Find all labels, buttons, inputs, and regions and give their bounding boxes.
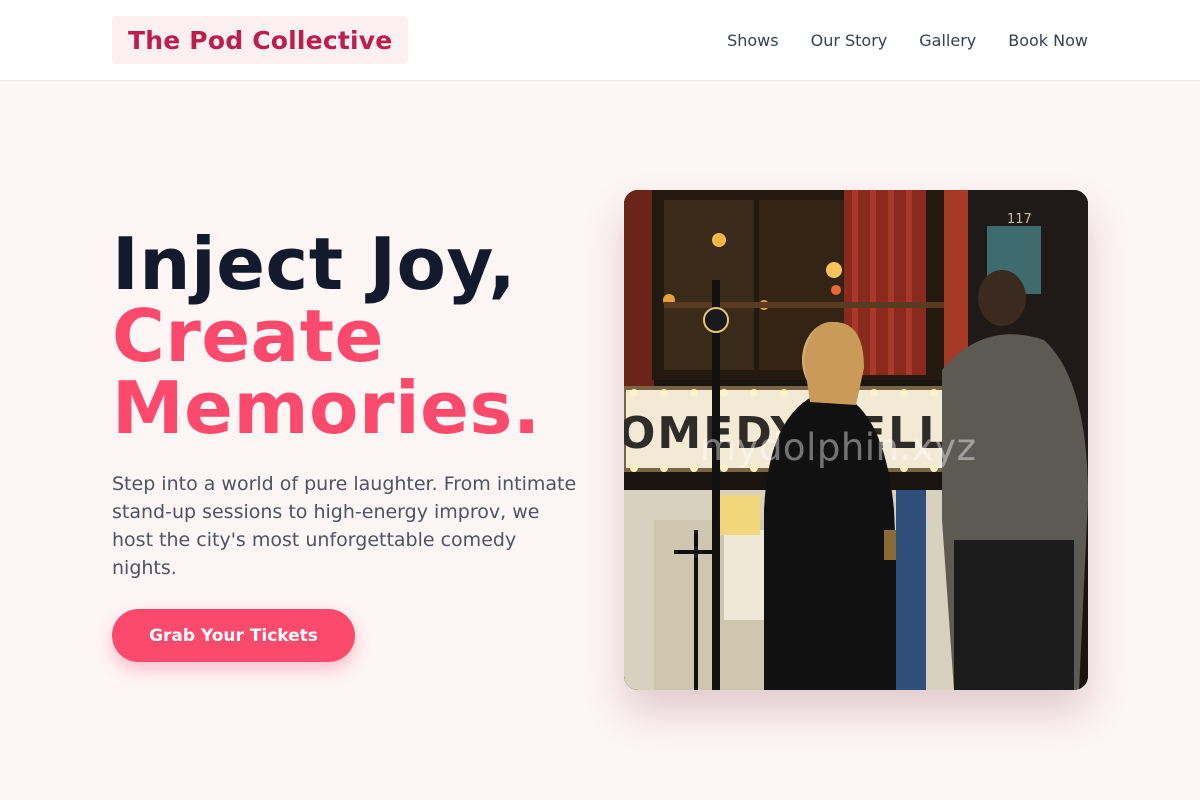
headline-line-3: Memories. <box>112 366 541 450</box>
hero-headline: Inject Joy, Create Memories. <box>112 228 541 444</box>
site-logo[interactable]: The Pod Collective <box>112 16 409 64</box>
nav-link-book-now[interactable]: Book Now <box>1008 31 1088 50</box>
image-watermark: mydolphin.xyz <box>700 426 977 469</box>
door-number: 117 <box>1007 212 1032 227</box>
nav-link-our-story[interactable]: Our Story <box>811 31 888 50</box>
hero-photo: 117 OMEDY CELLAR <box>624 190 1088 690</box>
nav-link-shows[interactable]: Shows <box>727 31 779 50</box>
headline-line-2: Create <box>112 294 385 378</box>
site-header: The Pod Collective Shows Our Story Galle… <box>0 0 1200 81</box>
nav-link-gallery[interactable]: Gallery <box>919 31 976 50</box>
grab-tickets-button[interactable]: Grab Your Tickets <box>112 609 355 662</box>
hero-description: Step into a world of pure laughter. From… <box>112 473 577 579</box>
headline-line-1: Inject Joy, <box>112 222 517 306</box>
main-nav: Shows Our Story Gallery Book Now <box>727 0 1088 80</box>
